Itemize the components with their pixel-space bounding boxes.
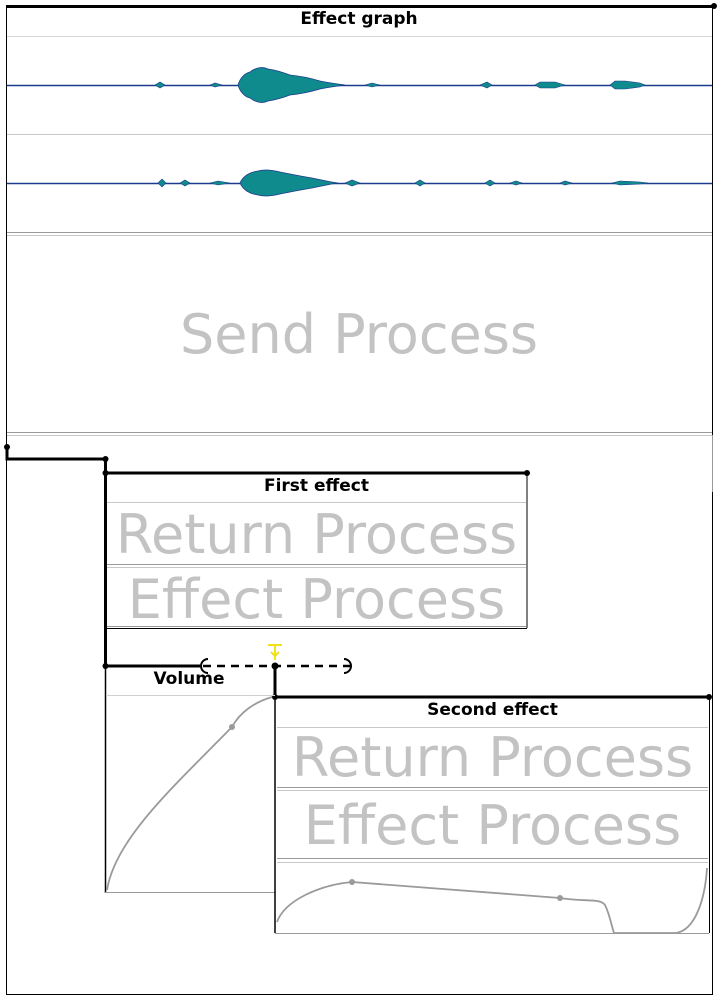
waveform-track-1	[7, 67, 712, 103]
volume-curve[interactable]	[106, 696, 273, 891]
second-effect-curve[interactable]	[276, 867, 708, 934]
first-effect-effect-process-label[interactable]: Effect Process	[106, 573, 527, 627]
second-effect-return-process-label[interactable]: Return Process	[276, 731, 709, 785]
second-effect-curve-point-1[interactable]	[349, 879, 355, 885]
second-effect-curve-point-2[interactable]	[557, 895, 563, 901]
volume-title[interactable]: Volume	[106, 669, 272, 689]
send-process-label[interactable]: Send Process	[6, 308, 712, 362]
volume-box	[104, 666, 275, 893]
second-effect-title[interactable]: Second effect	[276, 700, 709, 720]
port-marker-icon[interactable]	[268, 644, 282, 660]
volume-curve-point[interactable]	[229, 724, 235, 730]
second-effect-effect-process-label[interactable]: Effect Process	[276, 799, 709, 853]
effect-graph-title: Effect graph	[300, 9, 418, 29]
first-effect-return-process-label[interactable]: Return Process	[106, 508, 527, 562]
waveform-track-2	[7, 169, 712, 197]
first-effect-title[interactable]: First effect	[106, 476, 527, 496]
